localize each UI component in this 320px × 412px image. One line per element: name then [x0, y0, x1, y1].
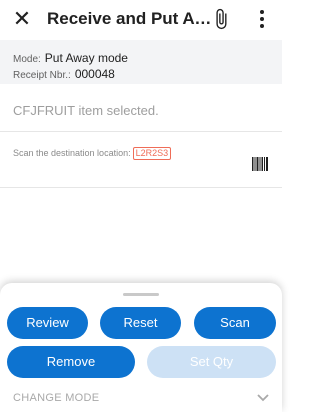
mode-label: Mode:: [13, 54, 41, 65]
status-message: CFJFRUIT item selected.: [13, 103, 159, 118]
divider: [0, 187, 282, 188]
barcode-icon[interactable]: [252, 157, 268, 171]
receipt-row: Receipt Nbr.: 000048: [13, 65, 115, 83]
divider: [0, 131, 282, 132]
close-icon[interactable]: ✕: [10, 7, 34, 31]
actions-bottom-sheet: Review Reset Scan Remove Set Qty CHANGE …: [0, 283, 282, 412]
change-mode-bar[interactable]: CHANGE MODE: [0, 386, 282, 412]
remove-button[interactable]: Remove: [7, 346, 135, 378]
receipt-value: 000048: [74, 67, 115, 81]
review-button[interactable]: Review: [7, 307, 88, 339]
page-title: Receive and Put Away: [47, 9, 217, 28]
paperclip-icon[interactable]: [210, 8, 232, 30]
reset-button[interactable]: Reset: [100, 307, 181, 339]
set-qty-button[interactable]: Set Qty: [147, 346, 276, 378]
more-vertical-icon[interactable]: [254, 8, 270, 30]
sheet-drag-handle[interactable]: [123, 293, 159, 296]
scan-prompt: Scan the destination location:: [13, 148, 131, 158]
chevron-down-icon[interactable]: [256, 393, 270, 403]
app-bar: ✕ Receive and Put Away: [0, 0, 282, 40]
receipt-label: Receipt Nbr.:: [13, 70, 71, 81]
mode-value: Put Away mode: [44, 51, 128, 65]
scan-button[interactable]: Scan: [194, 307, 276, 339]
change-mode-label: CHANGE MODE: [13, 392, 100, 404]
receipt-info-panel: Mode: Put Away mode Receipt Nbr.: 000048: [0, 40, 282, 84]
destination-location-badge: L2R2S3: [132, 147, 172, 160]
scan-prompt-row: Scan the destination location: L2R2S3: [13, 147, 172, 160]
